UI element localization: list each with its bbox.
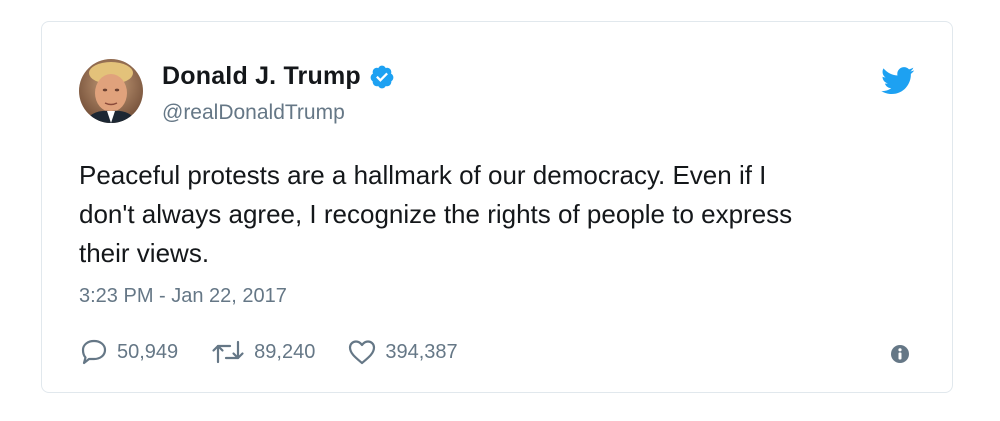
display-name[interactable]: Donald J. Trump bbox=[162, 62, 361, 91]
author-handle[interactable]: @realDonaldTrump bbox=[162, 101, 345, 125]
speech-bubble-icon bbox=[81, 339, 107, 365]
avatar[interactable] bbox=[79, 59, 143, 123]
tweet-card: Donald J. Trump @realDonaldTrump Peacefu… bbox=[41, 21, 953, 393]
like-count: 394,387 bbox=[385, 340, 458, 363]
info-circle-icon[interactable] bbox=[890, 344, 910, 364]
retweet-button[interactable]: 89,240 bbox=[210, 338, 315, 366]
profile-photo-icon bbox=[79, 59, 143, 123]
twitter-bird-icon[interactable] bbox=[881, 67, 915, 95]
reply-count: 50,949 bbox=[117, 340, 179, 363]
author-name-row: Donald J. Trump bbox=[162, 62, 395, 91]
tweet-timestamp[interactable]: 3:23 PM - Jan 22, 2017 bbox=[79, 285, 287, 308]
retweet-count: 89,240 bbox=[254, 340, 316, 363]
tweet-text: Peaceful protests are a hallmark of our … bbox=[79, 160, 793, 268]
retweet-arrows-icon bbox=[212, 340, 244, 364]
reply-button[interactable]: 50,949 bbox=[79, 338, 178, 366]
heart-icon bbox=[349, 340, 376, 365]
verified-badge-icon bbox=[370, 65, 394, 88]
like-button[interactable]: 394,387 bbox=[347, 338, 458, 366]
tweet-actions: 50,949 89,240 394,387 bbox=[79, 338, 490, 366]
